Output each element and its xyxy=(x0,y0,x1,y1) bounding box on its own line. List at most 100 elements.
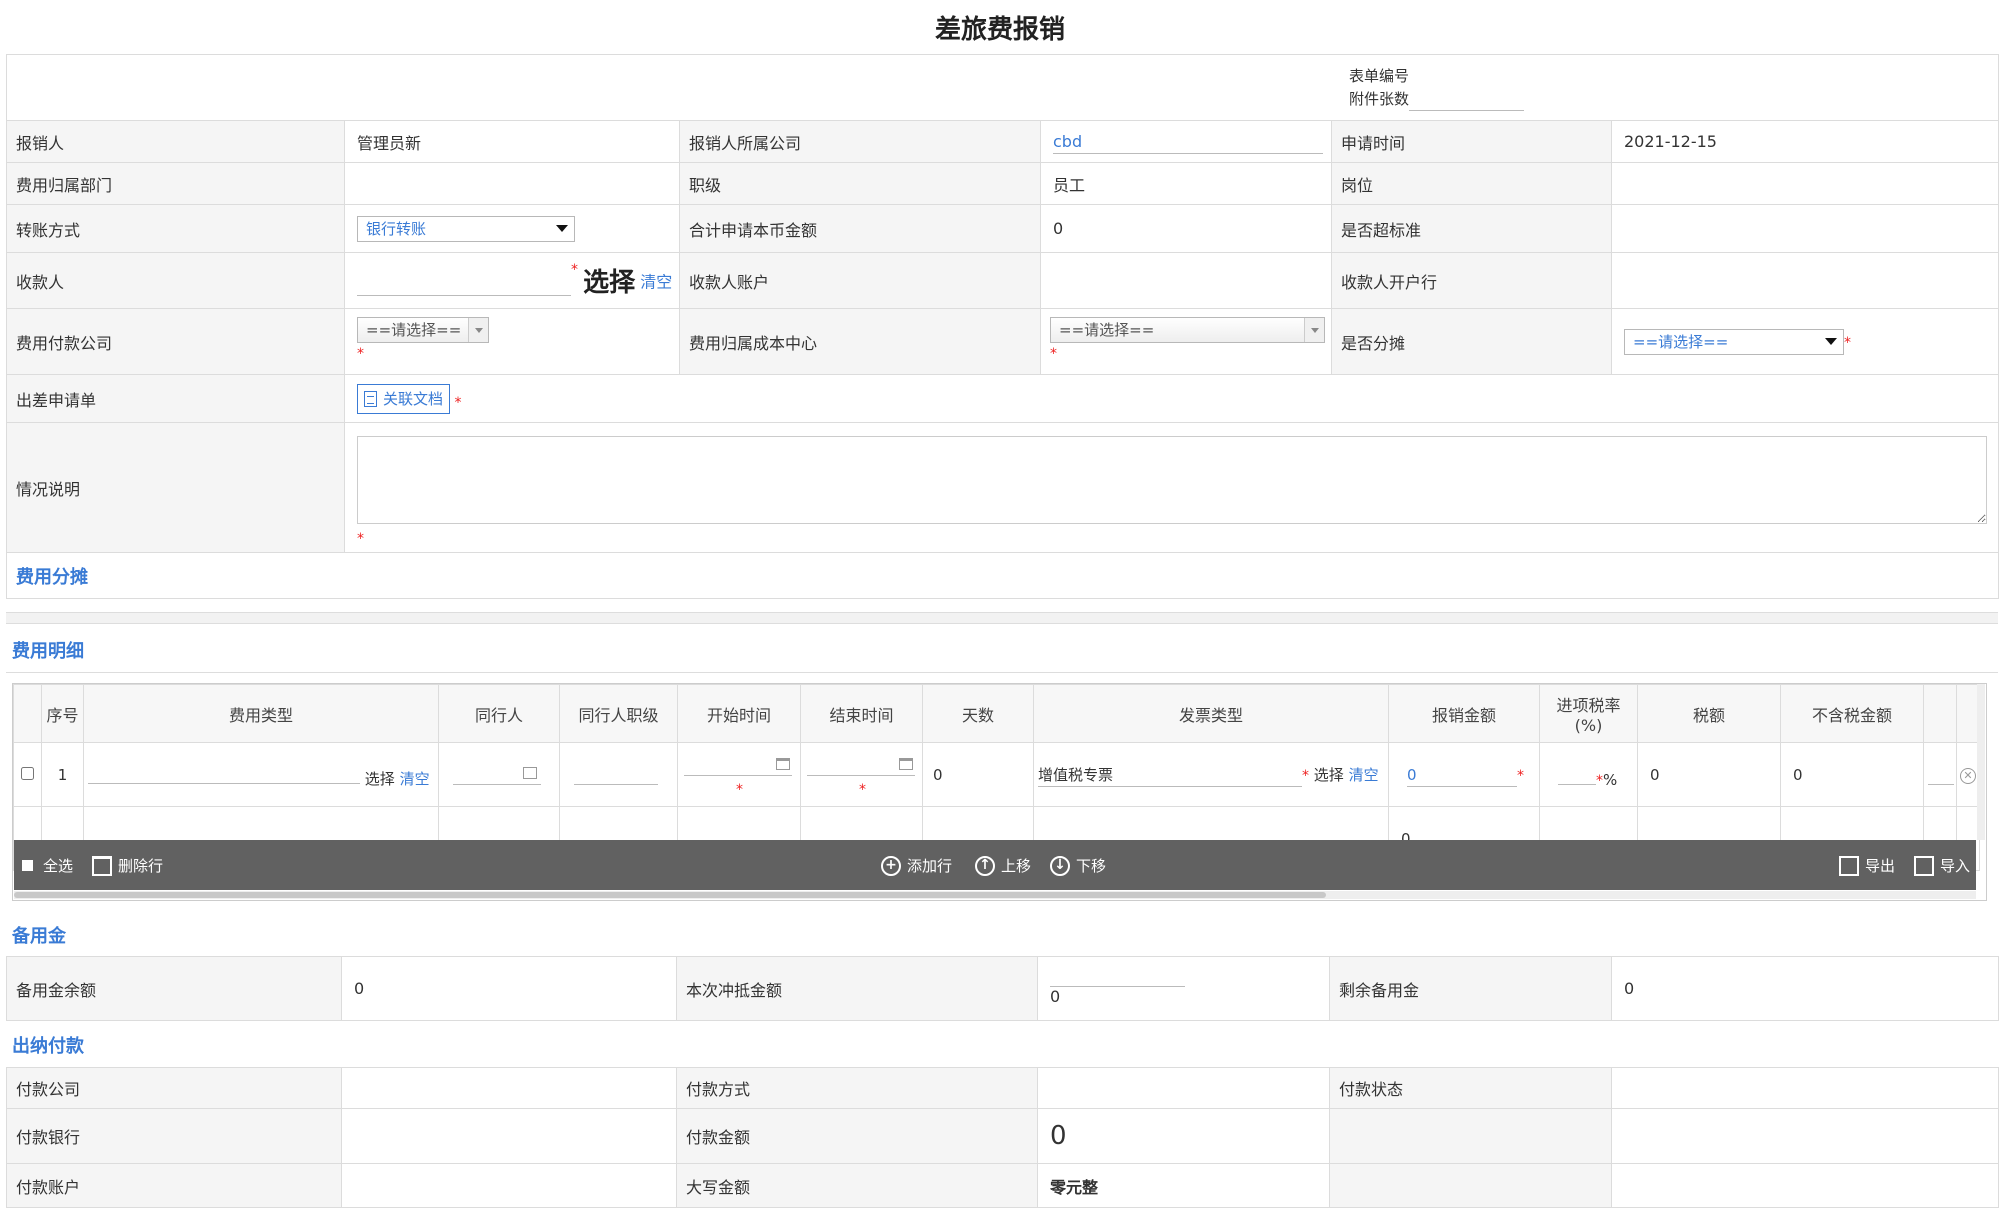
reserve-section-title: 备用金 xyxy=(12,926,66,947)
scrollbar-thumb[interactable] xyxy=(14,892,1326,898)
close-icon[interactable]: ✕ xyxy=(1960,768,1976,784)
page-title: 差旅费报销 xyxy=(934,15,1065,45)
expense-type-select-link[interactable]: 选择 xyxy=(365,770,395,788)
move-down-button[interactable]: ↓ 下移 xyxy=(1050,855,1106,876)
company-input[interactable]: cbd xyxy=(1053,130,1323,154)
pay-company-select-value: ==请选择== xyxy=(366,321,462,339)
companion-input[interactable] xyxy=(453,761,541,785)
required-star: * xyxy=(1302,767,1309,784)
extra-input[interactable] xyxy=(1928,761,1954,785)
delete-row-button[interactable]: 删除行 xyxy=(92,855,163,876)
import-label: 导入 xyxy=(1940,857,1971,875)
post-label: 岗位 xyxy=(1331,162,1612,205)
form-meta: 表单编号 附件张数 xyxy=(1349,65,1525,111)
payee-account-label: 收款人账户 xyxy=(679,252,1041,309)
vertical-scrollbar[interactable] xyxy=(1977,684,1985,840)
header-extra xyxy=(1923,684,1957,743)
cost-center-select[interactable]: ==请选择== xyxy=(1050,317,1325,343)
reserve-offset-input[interactable] xyxy=(1050,985,1185,987)
header-tax-rate: 进项税率 (%) xyxy=(1539,684,1638,743)
trash-icon xyxy=(92,855,112,876)
invoice-select-link[interactable]: 选择 xyxy=(1314,766,1344,784)
reserve-remaining-value: 0 xyxy=(1611,956,1999,1021)
company-label: 报销人所属公司 xyxy=(679,120,1041,163)
export-button[interactable]: 导出 xyxy=(1839,855,1895,876)
horizontal-scrollbar[interactable] xyxy=(14,891,1976,899)
empty-label-cell xyxy=(1329,1163,1612,1208)
amount-input[interactable]: 0 xyxy=(1407,763,1517,787)
pay-company-label: 付款公司 xyxy=(6,1067,342,1109)
required-star: * xyxy=(1596,772,1603,789)
end-time-cell: * xyxy=(800,742,923,807)
move-up-button[interactable]: ↑ 上移 xyxy=(975,855,1031,876)
image-icon xyxy=(523,766,537,779)
cashier-section-title: 出纳付款 xyxy=(12,1036,84,1057)
row-index: 1 xyxy=(41,742,84,807)
assoc-doc-label: 关联文档 xyxy=(383,390,444,408)
header-check xyxy=(13,684,42,743)
add-row-button[interactable]: + 添加行 xyxy=(881,855,952,876)
amount-cell: 0 * xyxy=(1388,742,1540,807)
pay-account-value xyxy=(341,1163,677,1208)
applicant-value: 管理员新 xyxy=(344,120,680,163)
detail-section-title: 费用明细 xyxy=(12,641,84,662)
pay-status-value xyxy=(1611,1067,1999,1109)
chevron-down-icon xyxy=(468,318,488,342)
attach-count-label: 附件张数 xyxy=(1349,90,1410,108)
select-all-button[interactable]: 全选 xyxy=(22,855,73,876)
required-star: * xyxy=(357,346,364,362)
desc-cell: * xyxy=(343,422,2000,553)
attach-count-input[interactable] xyxy=(1409,93,1525,111)
header-start-time: 开始时间 xyxy=(677,684,801,743)
desc-textarea[interactable] xyxy=(357,436,1987,524)
pay-company-select[interactable]: ==请选择== xyxy=(357,317,489,343)
import-button[interactable]: 导入 xyxy=(1914,855,1970,876)
expense-type-input[interactable] xyxy=(88,760,360,784)
trip-apply-label: 出差申请单 xyxy=(6,374,345,423)
total-value: 0 xyxy=(1040,204,1332,253)
invoice-type-cell: 增值税专票 * 选择 清空 xyxy=(1033,742,1389,807)
tax-rate-line2: (%) xyxy=(1574,716,1603,735)
payee-select-link[interactable]: 选择 xyxy=(583,268,635,298)
reserve-remaining-label: 剩余备用金 xyxy=(1329,956,1612,1021)
pay-bank-label: 付款银行 xyxy=(6,1108,342,1164)
pay-method-value xyxy=(1037,1067,1330,1109)
dept-label: 费用归属部门 xyxy=(6,162,345,205)
plus-circle-icon: + xyxy=(881,855,901,876)
companion-level-input[interactable] xyxy=(574,761,658,785)
tax-rate-unit: % xyxy=(1603,770,1618,789)
split-select[interactable]: ==请选择== xyxy=(1624,328,1844,355)
start-time-input[interactable] xyxy=(684,752,792,776)
invoice-clear-link[interactable]: 清空 xyxy=(1349,766,1379,784)
assoc-doc-button[interactable]: 关联文档 xyxy=(357,383,451,414)
required-star: * xyxy=(1844,334,1851,351)
uppercase-amount-value: 零元整 xyxy=(1037,1163,1330,1208)
reserve-balance-value: 0 xyxy=(341,956,677,1021)
move-down-label: 下移 xyxy=(1076,857,1107,875)
delete-row-label: 删除行 xyxy=(118,857,164,875)
expense-type-clear-link[interactable]: 清空 xyxy=(400,770,430,788)
header-amount: 报销金额 xyxy=(1388,684,1540,743)
header-days: 天数 xyxy=(922,684,1034,743)
divider xyxy=(6,672,1998,673)
transfer-select[interactable]: 银行转账 xyxy=(357,215,575,242)
dept-value xyxy=(344,162,680,205)
payee-account-value xyxy=(1040,252,1332,309)
tax-rate-cell: *% xyxy=(1539,742,1638,807)
tax-rate-input[interactable] xyxy=(1558,761,1596,785)
cost-center-select-value: ==请选择== xyxy=(1059,321,1155,339)
companion-cell xyxy=(438,742,560,807)
payee-clear-link[interactable]: 清空 xyxy=(640,273,672,292)
end-time-input[interactable] xyxy=(807,752,915,776)
row-checkbox[interactable] xyxy=(21,766,34,780)
alloc-section-title: 费用分摊 xyxy=(16,566,88,588)
required-star: * xyxy=(859,781,866,798)
chevron-down-icon xyxy=(1304,318,1324,342)
header-index: 序号 xyxy=(41,684,84,743)
net-value: 0 xyxy=(1780,742,1924,807)
reserve-table: 备用金余额 0 本次冲抵金额 0 剩余备用金 0 xyxy=(6,956,1999,1021)
payee-input[interactable] xyxy=(357,266,571,296)
invoice-type-input[interactable]: 增值税专票 xyxy=(1038,763,1302,787)
chevron-down-icon xyxy=(556,224,568,232)
extra-cell xyxy=(1923,742,1957,807)
